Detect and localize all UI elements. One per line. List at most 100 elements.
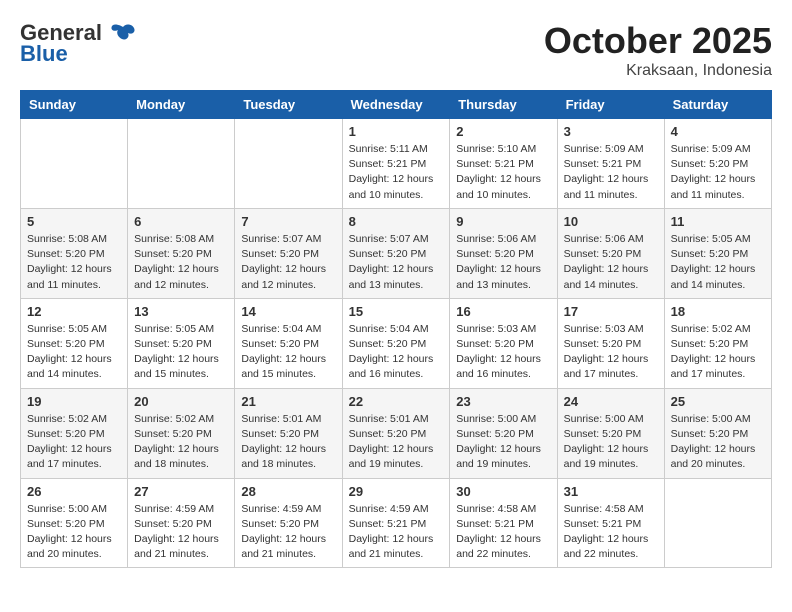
calendar-cell: 12Sunrise: 5:05 AM Sunset: 5:20 PM Dayli…	[21, 298, 128, 388]
day-number: 28	[241, 484, 335, 499]
calendar-cell: 14Sunrise: 5:04 AM Sunset: 5:20 PM Dayli…	[235, 298, 342, 388]
day-number: 21	[241, 394, 335, 409]
weekday-header-tuesday: Tuesday	[235, 91, 342, 119]
day-number: 7	[241, 214, 335, 229]
calendar-week-2: 5Sunrise: 5:08 AM Sunset: 5:20 PM Daylig…	[21, 208, 772, 298]
calendar-cell	[128, 119, 235, 209]
day-number: 29	[349, 484, 444, 499]
day-info: Sunrise: 5:06 AM Sunset: 5:20 PM Dayligh…	[564, 232, 658, 293]
day-info: Sunrise: 5:09 AM Sunset: 5:20 PM Dayligh…	[671, 142, 765, 203]
calendar-cell: 21 Sunrise: 5:01 AM Sunset: 5:20 PM Dayli…	[235, 388, 342, 478]
day-number: 18	[671, 304, 765, 319]
day-info: Sunrise: 5:10 AM Sunset: 5:21 PM Dayligh…	[456, 142, 550, 203]
day-info: Sunrise: 4:59 AM Sunset: 5:21 PM Dayligh…	[349, 502, 444, 563]
calendar-week-3: 12Sunrise: 5:05 AM Sunset: 5:20 PM Dayli…	[21, 298, 772, 388]
day-info: Sunrise: 5:07 AM Sunset: 5:20 PM Dayligh…	[349, 232, 444, 293]
month-title: October 2025	[544, 20, 772, 62]
day-info: Sunrise: 5:09 AM Sunset: 5:21 PM Dayligh…	[564, 142, 658, 203]
weekday-header-row: SundayMondayTuesdayWednesdayThursdayFrid…	[21, 91, 772, 119]
logo-bird-icon	[110, 23, 136, 45]
day-info: Sunrise: 4:58 AM Sunset: 5:21 PM Dayligh…	[456, 502, 550, 563]
calendar-cell: 4 Sunrise: 5:09 AM Sunset: 5:20 PM Daylig…	[664, 119, 771, 209]
day-info: Sunrise: 5:02 AM Sunset: 5:20 PM Dayligh…	[134, 412, 228, 473]
calendar-cell: 29 Sunrise: 4:59 AM Sunset: 5:21 PM Dayli…	[342, 478, 450, 568]
calendar-cell: 16Sunrise: 5:03 AM Sunset: 5:20 PM Dayli…	[450, 298, 557, 388]
day-info: Sunrise: 5:00 AM Sunset: 5:20 PM Dayligh…	[27, 502, 121, 563]
day-info: Sunrise: 5:02 AM Sunset: 5:20 PM Dayligh…	[671, 322, 765, 383]
day-number: 30	[456, 484, 550, 499]
calendar-cell: 5Sunrise: 5:08 AM Sunset: 5:20 PM Daylig…	[21, 208, 128, 298]
calendar-week-5: 26Sunrise: 5:00 AM Sunset: 5:20 PM Dayli…	[21, 478, 772, 568]
calendar-cell: 2Sunrise: 5:10 AM Sunset: 5:21 PM Daylig…	[450, 119, 557, 209]
weekday-header-monday: Monday	[128, 91, 235, 119]
calendar-cell: 10 Sunrise: 5:06 AM Sunset: 5:20 PM Dayli…	[557, 208, 664, 298]
day-number: 11	[671, 214, 765, 229]
calendar-cell: 30 Sunrise: 4:58 AM Sunset: 5:21 PM Dayli…	[450, 478, 557, 568]
weekday-header-wednesday: Wednesday	[342, 91, 450, 119]
calendar-cell: 6Sunrise: 5:08 AM Sunset: 5:20 PM Daylig…	[128, 208, 235, 298]
calendar-body: 1 Sunrise: 5:11 AM Sunset: 5:21 PM Daylig…	[21, 119, 772, 568]
day-info: Sunrise: 5:04 AM Sunset: 5:20 PM Dayligh…	[349, 322, 444, 383]
day-number: 27	[134, 484, 228, 499]
day-info: Sunrise: 5:05 AM Sunset: 5:20 PM Dayligh…	[671, 232, 765, 293]
day-number: 23	[456, 394, 550, 409]
day-info: Sunrise: 4:59 AM Sunset: 5:20 PM Dayligh…	[134, 502, 228, 563]
day-number: 10	[564, 214, 658, 229]
calendar-week-1: 1 Sunrise: 5:11 AM Sunset: 5:21 PM Daylig…	[21, 119, 772, 209]
calendar-cell	[21, 119, 128, 209]
calendar-cell: 28 Sunrise: 4:59 AM Sunset: 5:20 PM Dayli…	[235, 478, 342, 568]
day-info: Sunrise: 5:01 AM Sunset: 5:20 PM Dayligh…	[241, 412, 335, 473]
calendar-cell: 18 Sunrise: 5:02 AM Sunset: 5:20 PM Dayli…	[664, 298, 771, 388]
day-number: 16	[456, 304, 550, 319]
calendar-cell: 31 Sunrise: 4:58 AM Sunset: 5:21 PM Dayli…	[557, 478, 664, 568]
day-info: Sunrise: 5:00 AM Sunset: 5:20 PM Dayligh…	[564, 412, 658, 473]
day-info: Sunrise: 5:03 AM Sunset: 5:20 PM Dayligh…	[564, 322, 658, 383]
day-info: Sunrise: 5:00 AM Sunset: 5:20 PM Dayligh…	[456, 412, 550, 473]
day-number: 14	[241, 304, 335, 319]
calendar-cell: 17 Sunrise: 5:03 AM Sunset: 5:20 PM Dayli…	[557, 298, 664, 388]
day-number: 4	[671, 124, 765, 139]
calendar-cell: 11 Sunrise: 5:05 AM Sunset: 5:20 PM Dayli…	[664, 208, 771, 298]
calendar-cell: 15 Sunrise: 5:04 AM Sunset: 5:20 PM Dayli…	[342, 298, 450, 388]
weekday-header-friday: Friday	[557, 91, 664, 119]
day-number: 13	[134, 304, 228, 319]
day-info: Sunrise: 5:02 AM Sunset: 5:20 PM Dayligh…	[27, 412, 121, 473]
day-number: 25	[671, 394, 765, 409]
calendar-cell: 8 Sunrise: 5:07 AM Sunset: 5:20 PM Daylig…	[342, 208, 450, 298]
calendar-week-4: 19 Sunrise: 5:02 AM Sunset: 5:20 PM Dayli…	[21, 388, 772, 478]
logo: General Blue	[20, 20, 136, 67]
day-info: Sunrise: 5:07 AM Sunset: 5:20 PM Dayligh…	[241, 232, 335, 293]
day-info: Sunrise: 5:01 AM Sunset: 5:20 PM Dayligh…	[349, 412, 444, 473]
calendar-cell	[664, 478, 771, 568]
calendar-cell: 7 Sunrise: 5:07 AM Sunset: 5:20 PM Daylig…	[235, 208, 342, 298]
day-number: 3	[564, 124, 658, 139]
day-number: 15	[349, 304, 444, 319]
calendar-cell: 23 Sunrise: 5:00 AM Sunset: 5:20 PM Dayli…	[450, 388, 557, 478]
calendar-cell	[235, 119, 342, 209]
day-number: 31	[564, 484, 658, 499]
calendar-cell: 9Sunrise: 5:06 AM Sunset: 5:20 PM Daylig…	[450, 208, 557, 298]
day-number: 9	[456, 214, 550, 229]
calendar-cell: 24 Sunrise: 5:00 AM Sunset: 5:20 PM Dayli…	[557, 388, 664, 478]
calendar-table: SundayMondayTuesdayWednesdayThursdayFrid…	[20, 90, 772, 568]
title-block: October 2025 Kraksaan, Indonesia	[544, 20, 772, 80]
day-number: 12	[27, 304, 121, 319]
day-number: 8	[349, 214, 444, 229]
day-number: 20	[134, 394, 228, 409]
day-number: 22	[349, 394, 444, 409]
weekday-header-saturday: Saturday	[664, 91, 771, 119]
calendar-cell: 26Sunrise: 5:00 AM Sunset: 5:20 PM Dayli…	[21, 478, 128, 568]
day-number: 1	[349, 124, 444, 139]
day-number: 19	[27, 394, 121, 409]
day-number: 17	[564, 304, 658, 319]
page-header: General Blue October 2025 Kraksaan, Indo…	[20, 20, 772, 80]
day-info: Sunrise: 4:58 AM Sunset: 5:21 PM Dayligh…	[564, 502, 658, 563]
day-info: Sunrise: 5:08 AM Sunset: 5:20 PM Dayligh…	[27, 232, 121, 293]
calendar-cell: 3 Sunrise: 5:09 AM Sunset: 5:21 PM Daylig…	[557, 119, 664, 209]
weekday-header-sunday: Sunday	[21, 91, 128, 119]
weekday-header-thursday: Thursday	[450, 91, 557, 119]
location: Kraksaan, Indonesia	[544, 62, 772, 80]
day-number: 24	[564, 394, 658, 409]
day-info: Sunrise: 4:59 AM Sunset: 5:20 PM Dayligh…	[241, 502, 335, 563]
day-info: Sunrise: 5:11 AM Sunset: 5:21 PM Dayligh…	[349, 142, 444, 203]
